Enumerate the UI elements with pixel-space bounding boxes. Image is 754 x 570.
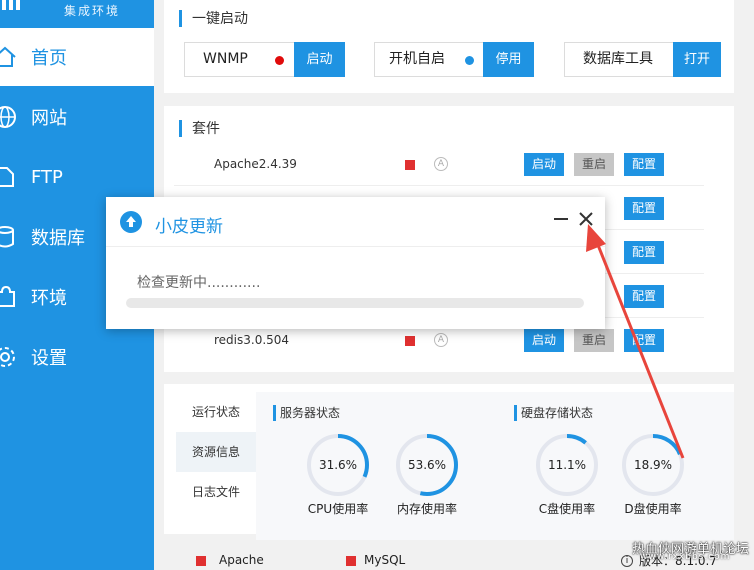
d-drive-gauge: 18.9% [620, 432, 686, 498]
dbtool-open-button[interactable]: 打开 [673, 42, 721, 77]
suite-status-square [405, 160, 415, 170]
gauge-label: 内存使用率 [396, 502, 457, 516]
puzzle-icon [0, 285, 15, 307]
sidebar-item-settings[interactable]: 设置 [0, 328, 154, 386]
suite-restart-button[interactable]: 重启 [574, 329, 614, 352]
server-status-title: 服务器状态 [273, 404, 340, 421]
c-drive-gauge: 11.1% [534, 432, 600, 498]
suite-restart-button[interactable]: 重启 [574, 153, 614, 176]
sidebar-item-website[interactable]: 网站 [0, 88, 154, 146]
sidebar-item-label: 数据库 [31, 228, 85, 249]
disk-status-title: 硬盘存储状态 [514, 404, 593, 421]
suite-config-button[interactable]: 配置 [624, 197, 664, 220]
status-panel: 运行状态 资源信息 日志文件 服务器状态 硬盘存储状态 31.6% CPU使用率… [164, 384, 734, 540]
autostart-disable-button[interactable]: 停用 [483, 42, 534, 77]
suites-title: 套件 [179, 118, 220, 138]
autostart-status-dot [465, 56, 474, 65]
sidebar-item-label: 首页 [31, 48, 67, 69]
tab-running-status[interactable]: 运行状态 [176, 392, 256, 432]
sidebar-item-label: FTP [31, 166, 63, 188]
logo [0, 0, 22, 10]
tab-resource-info[interactable]: 资源信息 [176, 432, 256, 472]
auto-icon: A [434, 157, 448, 171]
suite-status-square [405, 336, 415, 346]
database-icon [0, 226, 14, 248]
dialog-message: 检查更新中............ [137, 275, 261, 291]
gear-icon [0, 347, 15, 367]
watermark-url: www.rxxbbs.com [640, 552, 731, 562]
upload-icon [120, 211, 142, 233]
tab-log-files[interactable]: 日志文件 [176, 472, 256, 512]
gauge-value: 53.6% [407, 458, 447, 472]
wnmp-start-button[interactable]: 启动 [294, 42, 345, 77]
ftp-icon [0, 167, 14, 187]
dialog-title: 小皮更新 [155, 217, 223, 237]
gauge-value: 18.9% [633, 458, 673, 472]
home-icon [0, 46, 16, 67]
legend-apache: Apache [219, 553, 264, 567]
sidebar-item-home[interactable]: 首页 [0, 28, 154, 86]
logo-subtitle: 集成环境 [64, 4, 121, 18]
suite-config-button[interactable]: 配置 [624, 153, 664, 176]
gauge-label: C盘使用率 [538, 502, 596, 516]
quick-start-title: 一键启动 [179, 8, 248, 28]
sidebar-item-label: 网站 [31, 108, 67, 129]
suite-start-button[interactable]: 启动 [524, 153, 564, 176]
suite-config-button[interactable]: 配置 [624, 241, 664, 264]
update-dialog: 小皮更新 检查更新中............ [106, 197, 605, 329]
wnmp-label: WNMP [203, 51, 248, 67]
gauge-label: D盘使用率 [624, 502, 682, 516]
gauge-label: CPU使用率 [307, 502, 369, 516]
gauge-value: 11.1% [547, 458, 587, 472]
suite-config-button[interactable]: 配置 [624, 285, 664, 308]
dbtool-label: 数据库工具 [583, 51, 653, 67]
suite-row: Apache2.4.39 A 启动 重启 配置 [164, 142, 734, 186]
globe-icon [0, 106, 16, 128]
legend-mysql-square [346, 556, 356, 566]
update-progress-bar [126, 298, 584, 308]
sidebar-item-label: 环境 [31, 288, 67, 309]
quick-start-panel: 一键启动 WNMP 启动 开机自启 停用 数据库工具 打开 [164, 0, 734, 93]
autostart-control: 开机自启 停用 [374, 42, 534, 77]
suite-config-button[interactable]: 配置 [624, 329, 664, 352]
cpu-gauge: 31.6% [305, 432, 371, 498]
suite-name: Apache2.4.39 [214, 157, 297, 171]
suite-start-button[interactable]: 启动 [524, 329, 564, 352]
minimize-icon[interactable] [554, 218, 568, 220]
dbtool-control: 数据库工具 打开 [564, 42, 721, 77]
sidebar-item-label: 设置 [31, 348, 67, 369]
wnmp-status-dot [275, 56, 284, 65]
gauge-value: 31.6% [318, 458, 358, 472]
autostart-label: 开机自启 [389, 51, 445, 67]
legend-mysql: MySQL [364, 553, 406, 567]
legend-apache-square [196, 556, 206, 566]
auto-icon: A [434, 333, 448, 347]
close-icon[interactable] [578, 211, 594, 227]
wnmp-control: WNMP 启动 [184, 42, 345, 77]
dialog-header: 小皮更新 [106, 197, 605, 247]
memory-gauge: 53.6% [394, 432, 460, 498]
suite-name: redis3.0.504 [214, 333, 290, 347]
